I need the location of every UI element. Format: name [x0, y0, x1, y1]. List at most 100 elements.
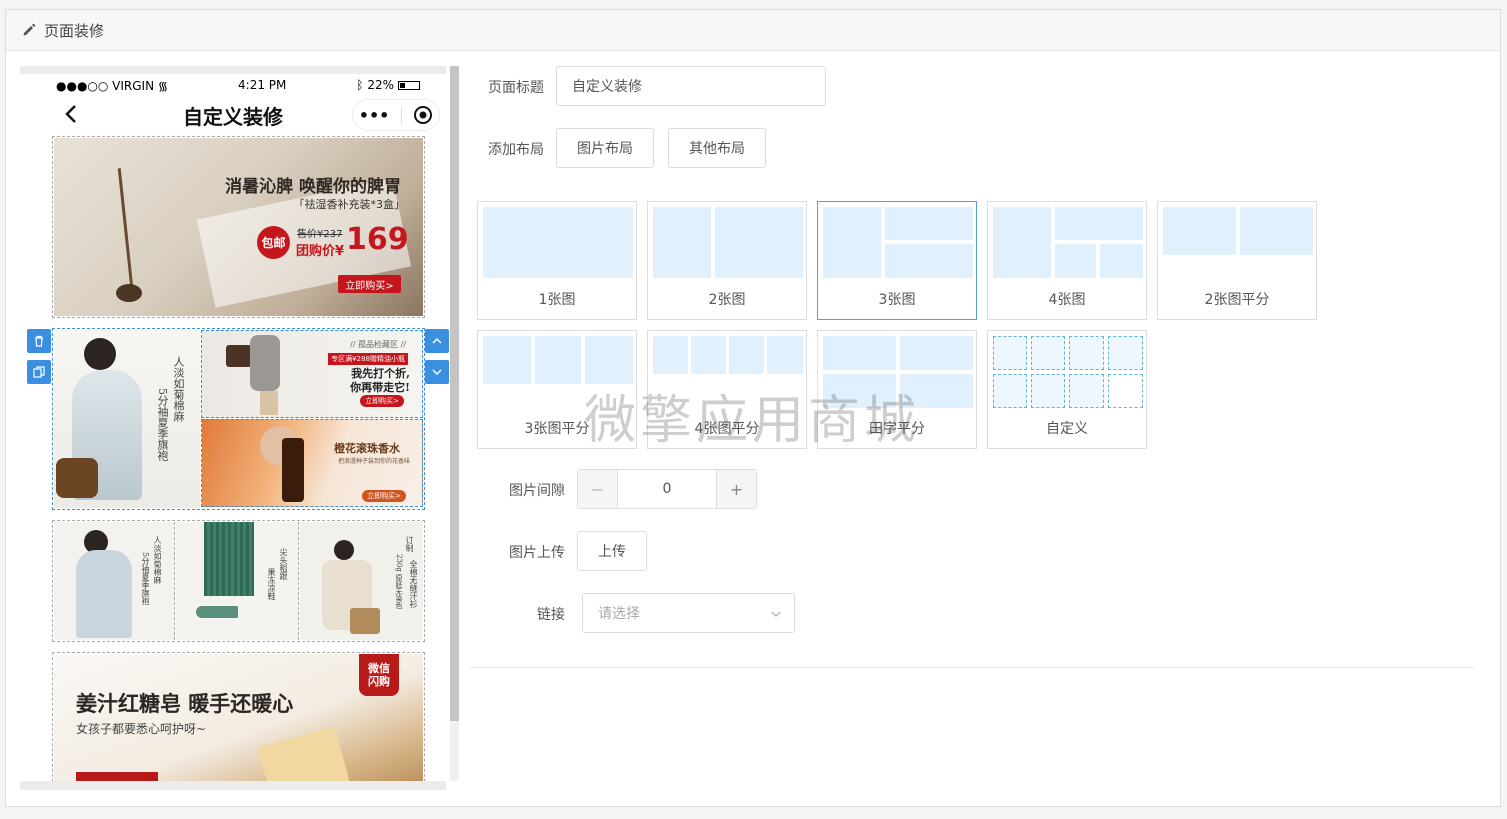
preview-scrollbar-thumb[interactable]: [450, 66, 459, 721]
layout-cell: [993, 207, 1051, 278]
col1-vtext-a: 人淡如菊棉麻: [153, 536, 162, 584]
layout-cell: [1031, 336, 1065, 370]
col1-vtext-b: 5分袖夏季旗袍: [141, 552, 150, 606]
trash-icon: [35, 335, 43, 347]
back-arrow-icon[interactable]: [60, 102, 84, 126]
layout-card-1[interactable]: 1张图: [477, 201, 637, 320]
battery-icon: [398, 81, 420, 90]
gap-value-input[interactable]: 0: [618, 470, 716, 508]
layout-card-9[interactable]: 自定义: [987, 330, 1147, 449]
pleated-skirt: [204, 522, 254, 596]
oil-sub: 把浪漫种子装到你的花香味: [337, 458, 410, 465]
product-image-qipao[interactable]: 人淡如菊棉麻 5分袖夏季旗袍: [54, 522, 175, 640]
coat-image: [250, 335, 280, 391]
qipao-vtext-a: 人淡如菊棉麻: [172, 356, 185, 422]
copy-block-button[interactable]: [27, 360, 51, 384]
layout-cell: [823, 207, 881, 278]
layout-card-label: 4张图: [1048, 292, 1086, 308]
decoration-block-1[interactable]: 消暑沁脾 唤醒你的脾胃 「祛湿香补充装*3盒」 包邮 售价¥237 团购价¥ 1…: [52, 136, 425, 318]
layout-cell: [483, 336, 531, 384]
layout-cell: [993, 374, 1027, 408]
boots-image: [260, 391, 278, 415]
group-price-value: 169: [346, 222, 409, 257]
flash-sale-badge: 微信 闪购: [359, 654, 399, 696]
layout-cell: [1100, 244, 1143, 278]
layout-card-8[interactable]: 田字平分: [817, 330, 977, 449]
model-head: [334, 540, 354, 560]
col3-vtext-b: 230g 原胚无染色: [395, 554, 403, 610]
delete-block-button[interactable]: [27, 329, 51, 353]
layout-cell: [1031, 374, 1065, 408]
more-dots-icon[interactable]: •••: [359, 106, 390, 125]
preview-scrollbar[interactable]: [450, 66, 459, 781]
decoration-block-4[interactable]: 微信 闪购 姜汁红糖皂 暖手还暖心 女孩子都要悉心呵护呀~: [52, 652, 425, 781]
col3-vtext-a: 订制: [405, 536, 414, 552]
gap-decrement-button[interactable]: −: [578, 470, 618, 508]
model-hair: [84, 338, 116, 370]
original-price: 售价¥237: [297, 229, 343, 240]
layout-cell: [729, 336, 764, 374]
layout-card-label: 3张图: [878, 292, 916, 308]
mini-program-navbar: 自定义装修 •••: [20, 96, 446, 134]
product-image-shoes[interactable]: 尖头粗跟 果冻凉鞋: [176, 522, 299, 640]
perfume-oil-image[interactable]: 橙花滚珠香水 把浪漫种子装到你的花香味 立即购买>: [201, 419, 423, 507]
incense-holder: [116, 284, 142, 302]
promo-badge: 专区满¥288赠精油小瓶: [328, 353, 408, 365]
soap-bar: [257, 726, 351, 781]
gap-stepper: − 0 +: [577, 469, 757, 509]
layout-card-label: 2张图: [708, 292, 746, 308]
form-divider: [470, 667, 1474, 668]
gap-increment-button[interactable]: +: [716, 470, 756, 508]
link-select-placeholder: 请选择: [598, 606, 640, 622]
oil-title: 橙花滚珠香水: [334, 442, 400, 455]
incense-banner-image[interactable]: 消暑沁脾 唤醒你的脾胃 「祛湿香补充装*3盒」 包邮 售价¥237 团购价¥ 1…: [54, 138, 423, 316]
oil-cta[interactable]: 立即购买>: [362, 490, 406, 502]
promo-cta[interactable]: 立即购买>: [360, 395, 404, 407]
layout-cell: [1069, 336, 1104, 370]
layout-card-label: 自定义: [1046, 421, 1088, 437]
free-shipping-badge: 包邮: [257, 226, 290, 259]
layout-cell: [1240, 207, 1313, 255]
layout-card-6[interactable]: 3张图平分: [477, 330, 637, 449]
layout-card-label: 田字平分: [869, 421, 925, 437]
soap-headline: 姜汁红糖皂 暖手还暖心: [76, 691, 294, 716]
upload-button[interactable]: 上传: [577, 531, 647, 571]
red-strip: [76, 772, 158, 781]
green-shoe: [196, 606, 238, 618]
layout-card-5[interactable]: 2张图平分: [1157, 201, 1317, 320]
copy-icon: [33, 366, 45, 378]
incense-stick: [117, 168, 134, 288]
soap-banner-image[interactable]: 微信 闪购 姜汁红糖皂 暖手还暖心 女孩子都要悉心呵护呀~: [54, 654, 423, 781]
bag-image: [226, 345, 252, 367]
layout-cell: [1069, 374, 1104, 408]
qipao-image[interactable]: 人淡如菊棉麻 5分袖夏季旗袍: [54, 330, 200, 508]
link-label: 链接: [537, 607, 565, 623]
layout-cell: [653, 336, 688, 374]
other-layout-button[interactable]: 其他布局: [668, 128, 766, 168]
layout-card-2[interactable]: 2张图: [647, 201, 807, 320]
buy-now-button[interactable]: 立即购买>: [338, 275, 401, 293]
capsule-divider: [400, 106, 402, 124]
layout-card-4[interactable]: 4张图: [987, 201, 1147, 320]
page-title-input[interactable]: 自定义装修: [556, 66, 826, 106]
status-bar: ●●●○○ VIRGIN ᯾ 4:21 PM ᛒ 22%: [20, 74, 446, 96]
sale-promo-image[interactable]: // 孤品检藏区 // 专区满¥288赠精油小瓶 我先打个折, 你再带走它! 立…: [201, 330, 423, 418]
battery-status: ᛒ 22%: [356, 78, 420, 92]
move-up-button[interactable]: [425, 329, 449, 353]
product-image-shirt[interactable]: 订制 230g 原胚无染色 全棉无缝汗衫: [300, 522, 423, 640]
layout-card-3-active[interactable]: 3张图: [817, 201, 977, 320]
image-layout-button[interactable]: 图片布局: [556, 128, 654, 168]
oil-bottle: [282, 438, 304, 502]
close-target-icon[interactable]: [413, 105, 433, 125]
add-layout-label: 添加布局: [488, 142, 544, 158]
decoration-block-2-selected[interactable]: 人淡如菊棉麻 5分袖夏季旗袍 // 孤品检藏区 // 专区满¥288赠精油小瓶 …: [52, 328, 425, 510]
layout-card-7[interactable]: 4张图平分: [647, 330, 807, 449]
move-down-button[interactable]: [425, 360, 449, 384]
layout-card-label: 4张图平分: [694, 421, 760, 437]
image-gap-label: 图片间隙: [509, 483, 565, 499]
wooden-chair: [350, 608, 380, 634]
layout-card-label: 2张图平分: [1204, 292, 1270, 308]
decoration-block-3[interactable]: 人淡如菊棉麻 5分袖夏季旗袍 尖头粗跟 果冻凉鞋 订制 230g 原胚无染色 全…: [52, 520, 425, 642]
page-title-label: 页面标题: [488, 80, 544, 96]
link-select[interactable]: 请选择: [582, 593, 795, 633]
